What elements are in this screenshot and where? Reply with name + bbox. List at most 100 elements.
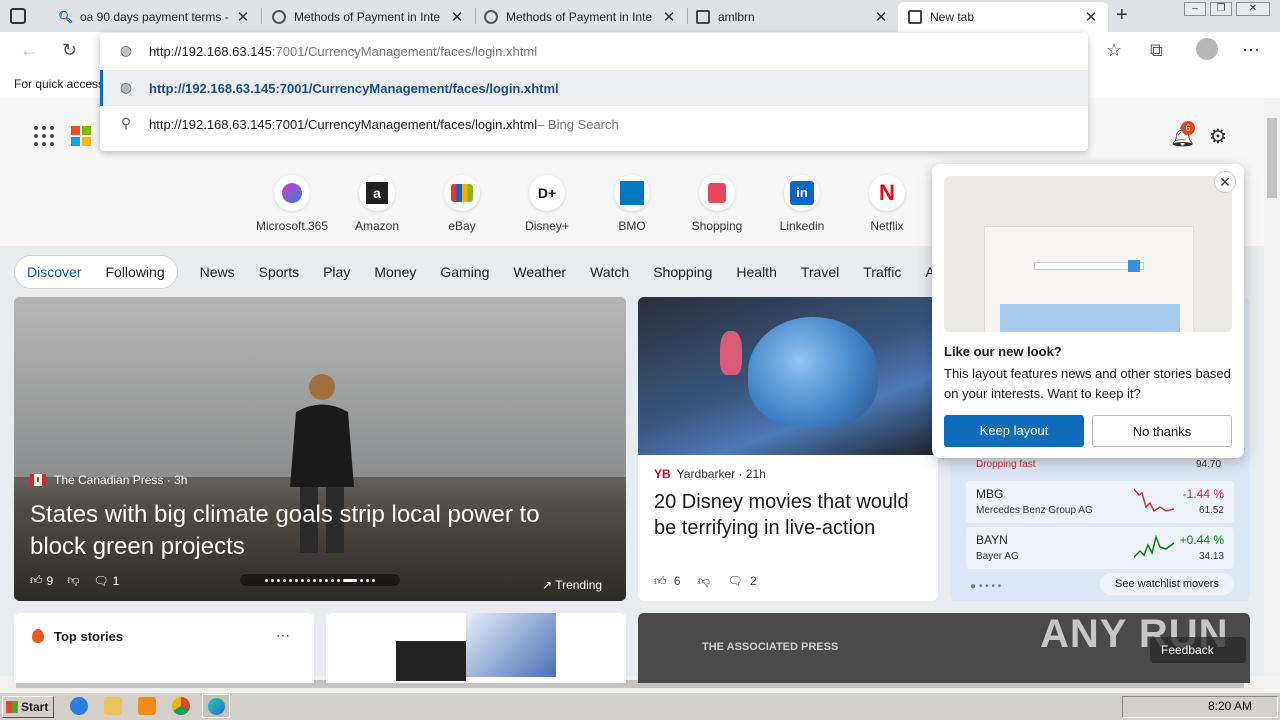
- collections-icon[interactable]: ⧉: [1150, 40, 1163, 61]
- search-icon: ⚲: [120, 115, 132, 131]
- chrome-icon[interactable]: [172, 697, 190, 715]
- stock-name: Bayer AG: [976, 551, 1019, 562]
- nav-health[interactable]: Health: [736, 264, 776, 280]
- shopping-icon: [699, 175, 735, 211]
- close-icon[interactable]: ✕: [236, 8, 250, 26]
- nav-play[interactable]: Play: [323, 264, 350, 280]
- tab-1[interactable]: 🔍︎ oa 90 days payment terms - ✕: [48, 2, 260, 32]
- nav-traffic[interactable]: Traffic: [863, 264, 901, 280]
- watchlist-pager-dots[interactable]: ● • • • •: [970, 581, 1001, 592]
- news-card-disney[interactable]: YB Yardbarker · 21h 20 Disney movies tha…: [638, 297, 938, 601]
- quick-link-linkedin[interactable]: in Linkedin: [762, 175, 842, 233]
- product-card[interactable]: [326, 613, 626, 683]
- yardbarker-logo: YB: [654, 467, 671, 481]
- media-player-icon[interactable]: [138, 697, 156, 715]
- trending-label: ↗ Trending: [542, 578, 602, 592]
- dislike-icon[interactable]: 👎︎: [698, 574, 710, 588]
- quick-link-label: Microsoft 365: [255, 219, 329, 233]
- tab-2[interactable]: Methods of Payment in Inte ✕: [262, 2, 474, 32]
- quick-link-label: Shopping: [691, 219, 743, 233]
- ebay-icon: [444, 175, 480, 211]
- hero-card[interactable]: The Canadian Press · 3h States with big …: [14, 297, 626, 601]
- comment-icon[interactable]: 🗨︎: [93, 574, 108, 588]
- edge-taskbar-button[interactable]: [202, 694, 230, 718]
- close-icon[interactable]: ✕: [874, 8, 888, 26]
- nav-money[interactable]: Money: [374, 264, 416, 280]
- tab-3[interactable]: Methods of Payment in Inte ✕: [474, 2, 686, 32]
- stock-name: Mercedes Benz Group AG: [976, 505, 1093, 516]
- stock-price: 61.52: [1198, 505, 1224, 516]
- maximize-button[interactable]: ❐: [1210, 2, 1232, 16]
- minimize-button[interactable]: –: [1184, 2, 1206, 16]
- settings-gear-icon[interactable]: ⚙: [1209, 124, 1227, 149]
- tab-following[interactable]: Following: [105, 264, 164, 280]
- quick-link-label: Disney+: [525, 219, 569, 233]
- refresh-icon[interactable]: ↻: [62, 40, 77, 61]
- like-count: 6: [673, 574, 681, 588]
- close-icon[interactable]: ✕: [1084, 8, 1098, 26]
- stock-sparkline-down: [1134, 488, 1174, 513]
- quick-link-ebay[interactable]: eBay: [422, 175, 502, 233]
- stock-symbol: BAYN: [976, 533, 1008, 547]
- nav-travel[interactable]: Travel: [801, 264, 839, 280]
- like-icon[interactable]: 👍︎: [30, 573, 43, 588]
- popup-close-button[interactable]: ✕: [1214, 171, 1236, 193]
- ie-icon[interactable]: [70, 697, 88, 715]
- back-arrow-icon[interactable]: ←: [20, 40, 38, 61]
- globe-icon: ◍: [119, 42, 133, 58]
- ms365-icon: [274, 175, 310, 211]
- nav-watch[interactable]: Watch: [590, 264, 629, 280]
- carousel-dots[interactable]: [240, 574, 400, 586]
- more-options-icon[interactable]: ⋯: [276, 627, 290, 644]
- quick-link-shopping[interactable]: Shopping: [677, 175, 757, 233]
- nav-shopping[interactable]: Shopping: [653, 264, 712, 280]
- suggestion-url[interactable]: ◍ http://192.168.63.145:7001/CurrencyMan…: [100, 70, 1088, 106]
- canada-flag-icon: [30, 474, 46, 486]
- comment-icon[interactable]: 🗨︎: [727, 574, 742, 588]
- new-tab-plus-icon[interactable]: +: [1116, 4, 1128, 27]
- quick-link-bmo[interactable]: BMO: [592, 175, 672, 233]
- tab-discover[interactable]: Discover: [27, 264, 81, 280]
- feedback-button[interactable]: Feedback: [1150, 637, 1246, 663]
- stock-change: -1.44 %: [1182, 487, 1224, 501]
- taskbar-clock: 8:20 AM: [1208, 699, 1253, 713]
- vertical-scrollbar[interactable]: [1264, 98, 1280, 676]
- app-launcher-icon[interactable]: [34, 126, 54, 146]
- see-watchlist-movers-button[interactable]: See watchlist movers: [1100, 573, 1234, 595]
- nav-sports[interactable]: Sports: [259, 264, 299, 280]
- hero-headline[interactable]: States with big climate goals strip loca…: [30, 499, 590, 563]
- favorites-star-icon[interactable]: ☆: [1106, 40, 1122, 61]
- hero-source: The Canadian Press · 3h: [54, 473, 188, 487]
- more-menu-icon[interactable]: ⋯: [1242, 40, 1260, 61]
- stock-row-bayn[interactable]: BAYN Bayer AG +0.44 % 34.13: [966, 527, 1234, 569]
- card-headline[interactable]: 20 Disney movies that would be terrifyin…: [654, 489, 929, 541]
- notification-badge: 6: [1181, 121, 1195, 135]
- close-icon[interactable]: ✕: [450, 8, 464, 26]
- like-count: 9: [46, 573, 54, 588]
- like-icon[interactable]: 👍︎: [654, 574, 667, 588]
- quick-link-microsoft-365[interactable]: Microsoft 365: [252, 175, 332, 233]
- tab-actions-icon[interactable]: [10, 8, 26, 24]
- no-thanks-button[interactable]: No thanks: [1092, 415, 1232, 447]
- tab-4[interactable]: amlbrn ✕: [686, 2, 898, 32]
- popup-title: Like our new look?: [944, 344, 1062, 359]
- suggestion-search[interactable]: ⚲ http://192.168.63.145:7001/CurrencyMan…: [100, 106, 1088, 142]
- keep-layout-button[interactable]: Keep layout: [944, 415, 1084, 447]
- nav-gaming[interactable]: Gaming: [440, 264, 489, 280]
- profile-avatar[interactable]: [1196, 38, 1218, 60]
- folder-icon[interactable]: [104, 697, 122, 715]
- nav-news[interactable]: News: [200, 264, 235, 280]
- close-icon[interactable]: ✕: [662, 8, 676, 26]
- nav-weather[interactable]: Weather: [513, 264, 566, 280]
- tab-new-tab[interactable]: New tab ✕: [898, 2, 1108, 32]
- dislike-icon[interactable]: 👎︎: [67, 573, 79, 588]
- start-button[interactable]: Start: [2, 696, 54, 718]
- stock-change: +0.44 %: [1179, 533, 1224, 547]
- quick-link-netflix[interactable]: N Netflix: [847, 175, 927, 233]
- quick-link-amazon[interactable]: a Amazon: [337, 175, 417, 233]
- quick-link-disney[interactable]: D+ Disney+: [507, 175, 587, 233]
- address-input[interactable]: ◍ http://192.168.63.145:7001/CurrencyMan…: [100, 33, 1088, 69]
- stock-row-mbg[interactable]: MBG Mercedes Benz Group AG -1.44 % 61.52: [966, 481, 1234, 523]
- close-window-button[interactable]: ✕: [1236, 2, 1270, 16]
- stock-sparkline-up: [1134, 534, 1174, 558]
